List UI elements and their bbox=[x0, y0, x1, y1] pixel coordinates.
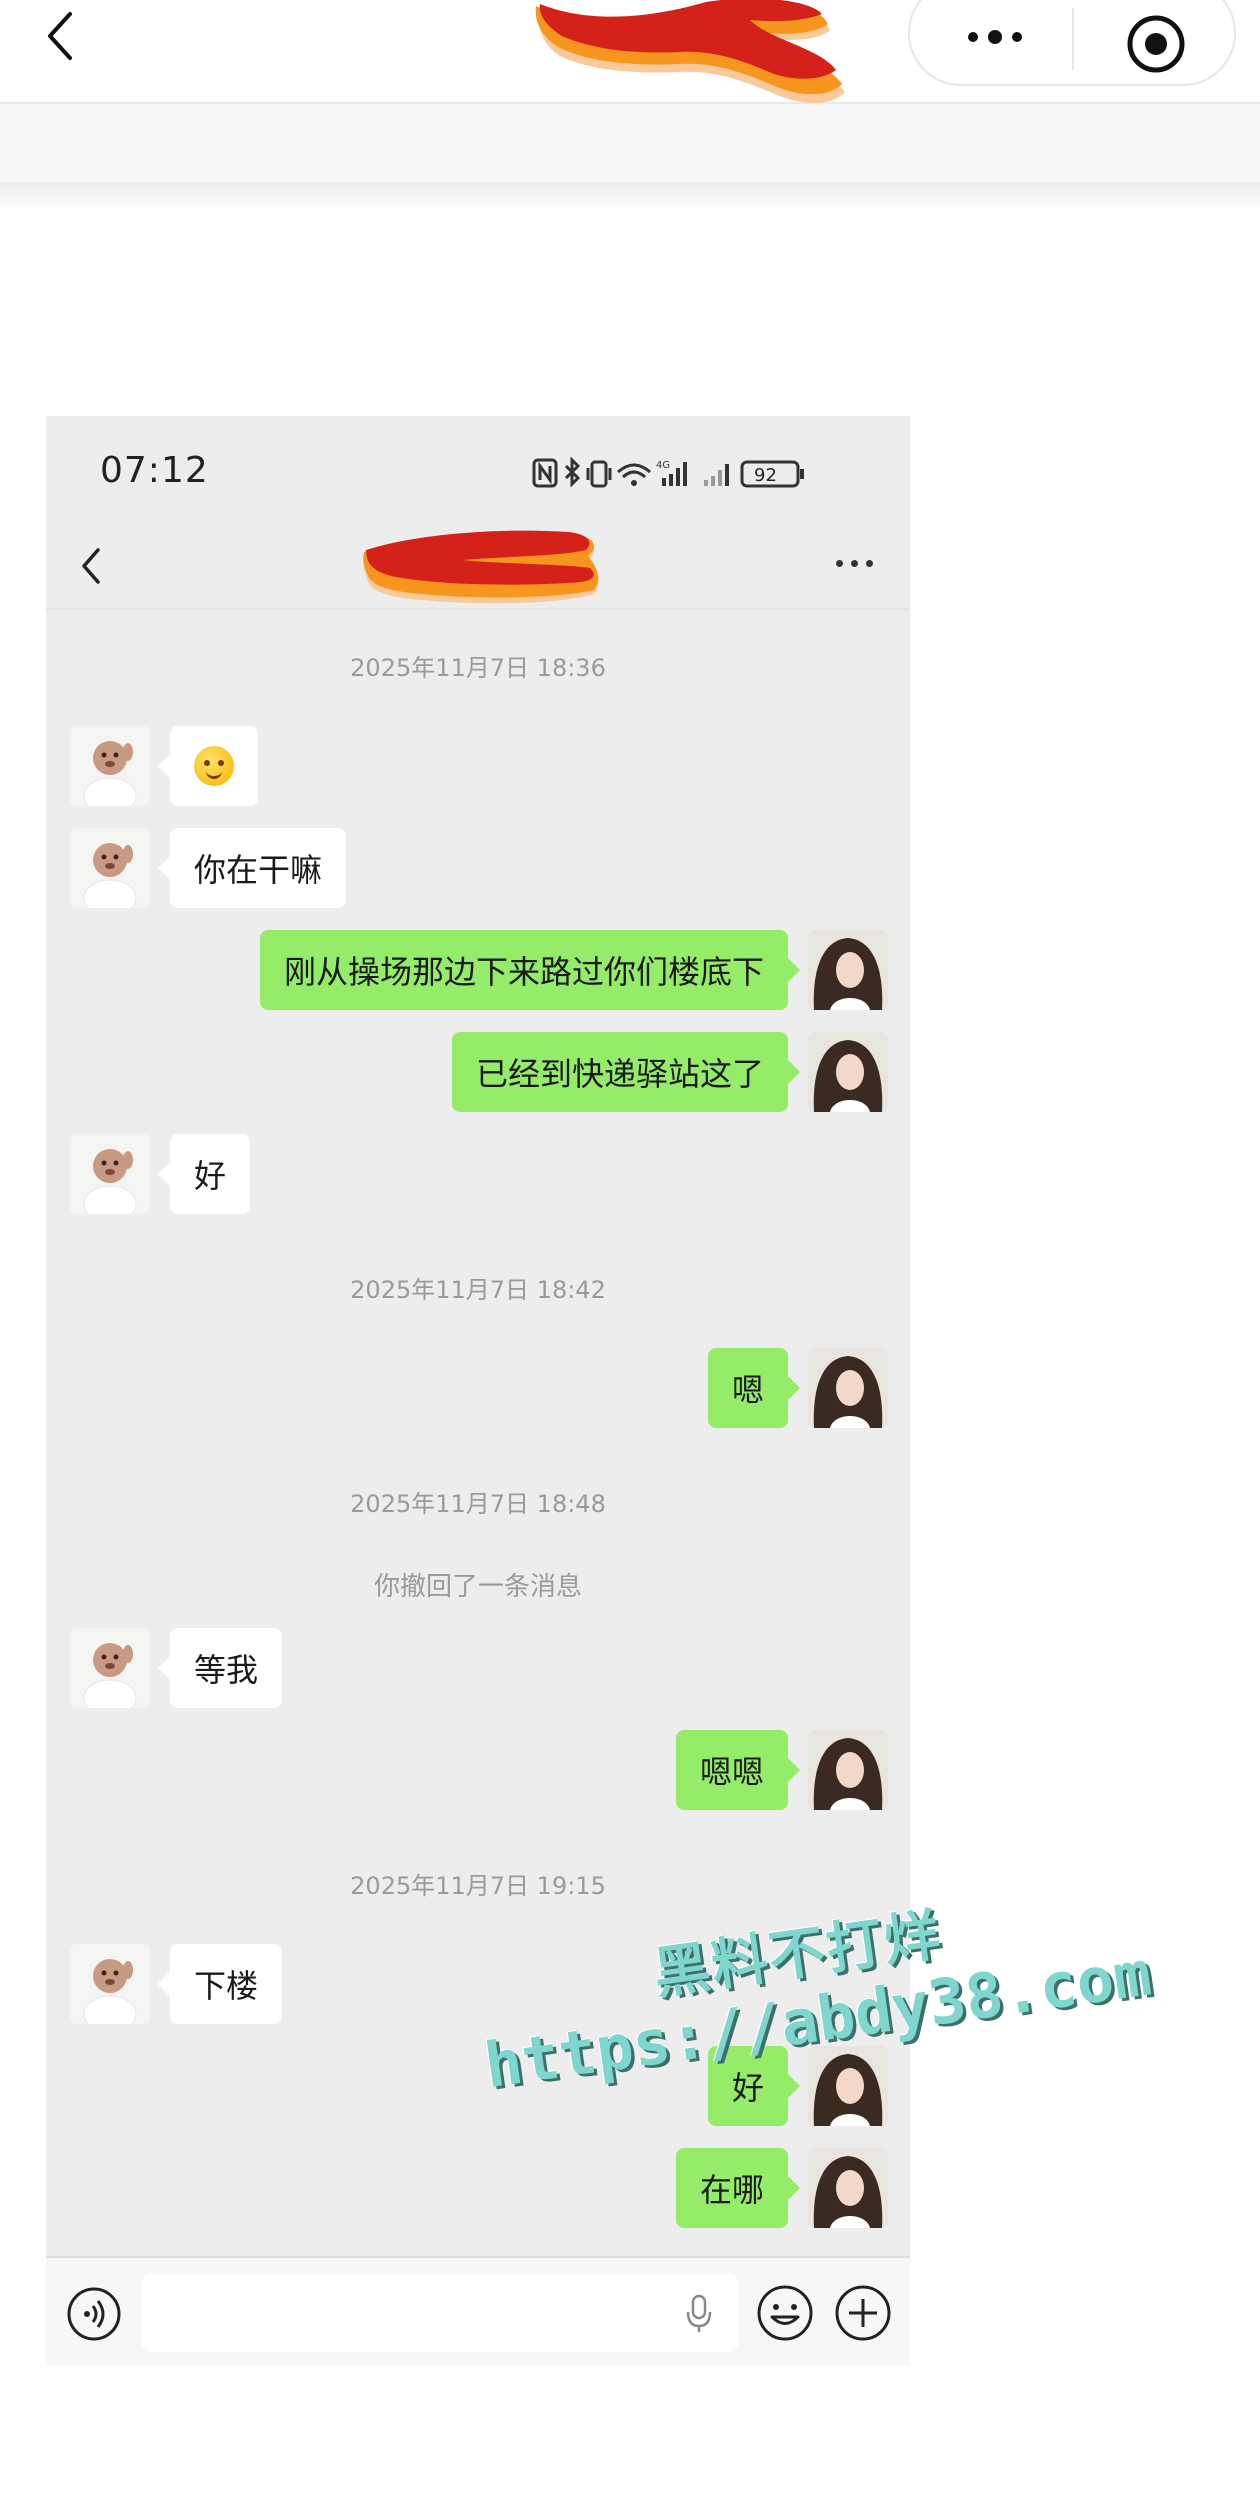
baby-avatar-icon bbox=[70, 1134, 150, 1214]
baby-avatar-icon bbox=[70, 1628, 150, 1708]
message-bubble-incoming[interactable]: 你在干嘛 bbox=[157, 828, 347, 908]
timestamp: 2025年11月7日 18:42 bbox=[350, 1276, 606, 1304]
message-input[interactable] bbox=[142, 2274, 738, 2352]
status-time: 07:12 bbox=[100, 450, 209, 491]
capsule-menu bbox=[908, 0, 1236, 86]
redaction-scribble-name bbox=[363, 530, 599, 604]
status-icons: 4G 92 bbox=[532, 456, 804, 488]
microphone-icon[interactable] bbox=[684, 2294, 714, 2334]
ellipsis-icon bbox=[836, 560, 843, 567]
smile-emoji-icon bbox=[194, 746, 234, 786]
message-bubble-incoming[interactable]: 下楼 bbox=[157, 1944, 283, 2024]
avatar-self[interactable] bbox=[808, 930, 888, 1010]
baby-avatar-icon bbox=[70, 726, 150, 806]
chat-screenshot: 07:12 4G 92 2025年11月7日 18:36 你在干嘛 刚从操场那边… bbox=[46, 416, 910, 2366]
chevron-left-icon bbox=[48, 12, 72, 60]
message-bubble-incoming[interactable]: 等我 bbox=[157, 1628, 283, 1708]
back-button[interactable] bbox=[38, 4, 88, 64]
emoji-icon bbox=[757, 2285, 813, 2341]
message-bubble-outgoing[interactable]: 嗯 bbox=[707, 1348, 801, 1428]
avatar-self[interactable] bbox=[808, 2148, 888, 2228]
avatar-contact[interactable] bbox=[70, 828, 150, 908]
voice-icon bbox=[67, 2287, 121, 2341]
svg-text:4G: 4G bbox=[656, 460, 670, 471]
chat-back-button[interactable] bbox=[78, 544, 104, 588]
avatar-contact[interactable] bbox=[70, 1628, 150, 1708]
timestamp: 2025年11月7日 19:15 bbox=[350, 1872, 606, 1900]
avatar-contact[interactable] bbox=[70, 1134, 150, 1214]
capsule-divider bbox=[1072, 8, 1074, 70]
chat-more-button[interactable] bbox=[836, 560, 876, 572]
plus-icon bbox=[835, 2285, 891, 2341]
girl-avatar-icon bbox=[808, 1032, 888, 1112]
emoji-button[interactable] bbox=[756, 2284, 814, 2342]
subheader-shadow bbox=[0, 182, 1260, 212]
girl-avatar-icon bbox=[808, 1348, 888, 1428]
chevron-left-icon bbox=[82, 548, 100, 584]
voice-button[interactable] bbox=[66, 2286, 122, 2342]
more-functions-button[interactable] bbox=[834, 2284, 892, 2342]
timestamp: 2025年11月7日 18:48 bbox=[350, 1490, 606, 1518]
app-top-bar bbox=[0, 0, 1260, 104]
avatar-self[interactable] bbox=[808, 1348, 888, 1428]
girl-avatar-icon bbox=[808, 930, 888, 1010]
message-bubble-outgoing[interactable]: 刚从操场那边下来路过你们楼底下 bbox=[259, 930, 801, 1010]
more-button[interactable] bbox=[950, 12, 1040, 62]
baby-avatar-icon bbox=[70, 1944, 150, 2024]
redaction-scribble bbox=[535, 0, 845, 103]
recall-notice: 你撤回了一条消息 bbox=[373, 1572, 582, 1602]
girl-avatar-icon bbox=[808, 1730, 888, 1810]
chat-header bbox=[46, 508, 910, 608]
girl-avatar-icon bbox=[808, 2148, 888, 2228]
avatar-contact[interactable] bbox=[70, 726, 150, 806]
baby-avatar-icon bbox=[70, 828, 150, 908]
battery-level: 92 bbox=[754, 465, 777, 486]
message-bubble-outgoing[interactable]: 嗯嗯 bbox=[675, 1730, 801, 1810]
message-bubble-incoming[interactable]: 好 bbox=[157, 1134, 251, 1214]
header-divider bbox=[46, 608, 910, 610]
close-button[interactable] bbox=[1124, 12, 1188, 76]
more-dots-icon bbox=[968, 32, 978, 42]
girl-avatar-icon bbox=[808, 2046, 888, 2126]
message-bubble-incoming[interactable] bbox=[158, 726, 258, 806]
chat-input-bar bbox=[46, 2256, 910, 2366]
avatar-contact[interactable] bbox=[70, 1944, 150, 2024]
avatar-self[interactable] bbox=[808, 1032, 888, 1112]
record-target-icon bbox=[1127, 15, 1185, 73]
avatar-self[interactable] bbox=[808, 1730, 888, 1810]
avatar-self[interactable] bbox=[808, 2046, 888, 2126]
timestamp: 2025年11月7日 18:36 bbox=[350, 654, 606, 682]
message-bubble-outgoing[interactable]: 在哪 bbox=[675, 2148, 801, 2228]
message-bubble-outgoing[interactable]: 已经到快递驿站这了 bbox=[451, 1032, 801, 1112]
subheader-band bbox=[0, 104, 1260, 182]
